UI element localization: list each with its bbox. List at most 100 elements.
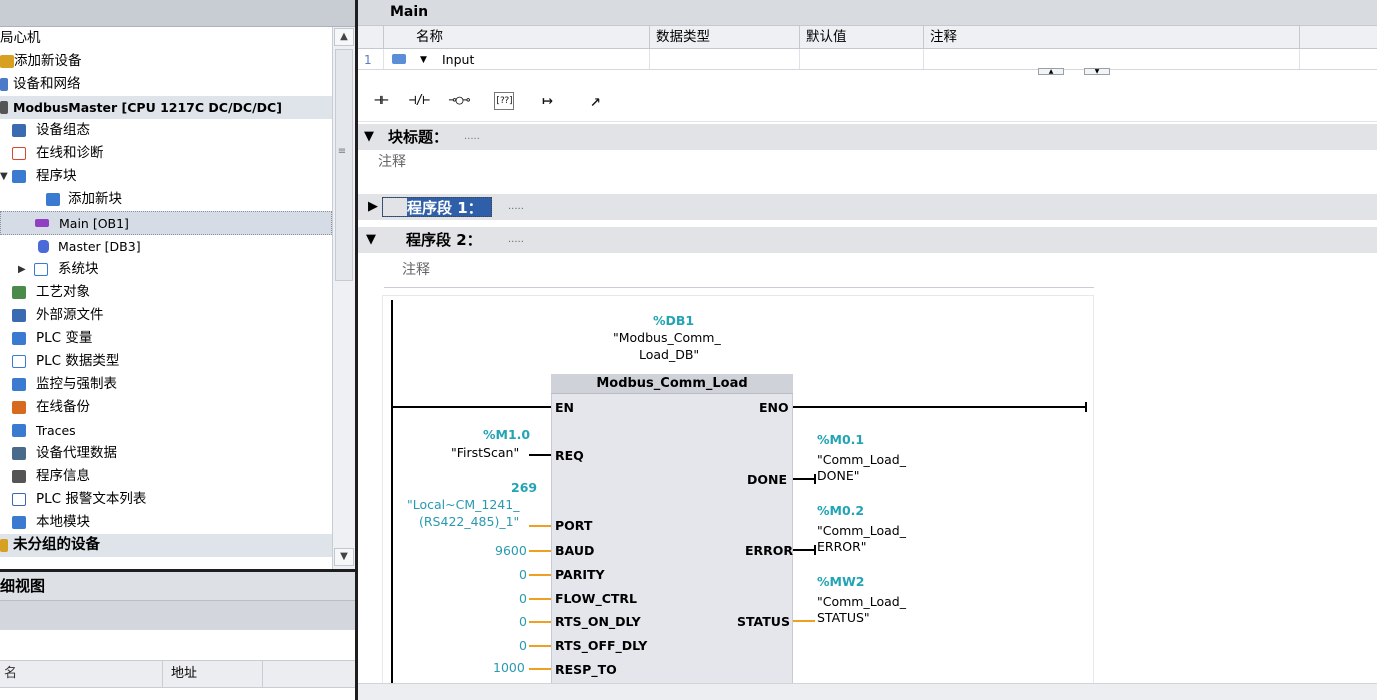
ifc-col-name[interactable]: 名称: [384, 26, 650, 48]
port-name-2[interactable]: (RS422_485)_1": [419, 514, 519, 529]
eno-wire[interactable]: [793, 406, 1085, 408]
collapse-arrow-icon[interactable]: ▼: [366, 227, 376, 253]
req-address[interactable]: %M1.0: [483, 427, 530, 442]
parity-value[interactable]: 0: [519, 567, 527, 582]
collapse-arrow-icon[interactable]: ▼: [364, 124, 374, 150]
port-name-1[interactable]: "Local~CM_1241_: [407, 497, 519, 512]
ifc-col-comment[interactable]: 注释: [924, 26, 1300, 48]
pin-rts-on-dly[interactable]: RTS_ON_DLY: [555, 614, 641, 629]
ifc-row-input[interactable]: 1 ▼ Input: [358, 49, 1377, 70]
pin-done[interactable]: DONE: [747, 472, 787, 487]
tree-item-technology-objects[interactable]: 工艺对象: [0, 281, 332, 304]
status-address[interactable]: %MW2: [817, 574, 864, 589]
tree-item-plc[interactable]: ModbusMaster [CPU 1217C DC/DC/DC]: [0, 96, 332, 119]
collapse-arrow-icon[interactable]: ▼: [0, 165, 8, 188]
en-wire[interactable]: [391, 406, 551, 408]
pin-en[interactable]: EN: [555, 400, 574, 415]
tree-item-local-modules[interactable]: 本地模块: [0, 511, 332, 534]
network-2-title[interactable]: 程序段 2：: [406, 227, 482, 253]
tree-item-plc-tags[interactable]: PLC 变量: [0, 327, 332, 350]
tree-item-external-sources[interactable]: 外部源文件: [0, 304, 332, 327]
pin-rts-off-dly[interactable]: RTS_OFF_DLY: [555, 638, 647, 653]
no-contact-button[interactable]: ⊣⊢: [366, 86, 396, 116]
pin-port[interactable]: PORT: [555, 518, 592, 533]
tree-item-plc-data-types[interactable]: PLC 数据类型: [0, 350, 332, 373]
pin-error[interactable]: ERROR: [745, 543, 793, 558]
detail-col-address[interactable]: 地址: [163, 661, 263, 687]
tree-item-online-diag[interactable]: 在线和诊断: [0, 142, 332, 165]
req-tag-name[interactable]: "FirstScan": [451, 445, 519, 460]
nc-contact-button[interactable]: ⊣/⊢: [404, 86, 434, 116]
close-branch-button[interactable]: ↗: [580, 86, 610, 116]
network-1-header[interactable]: ▶ 程序段 1： .....: [358, 194, 1377, 220]
status-name-1[interactable]: "Comm_Load_: [817, 594, 906, 609]
network-2-header[interactable]: ▼ 程序段 2： .....: [358, 227, 1377, 253]
tree-item-main-ob1[interactable]: Main [OB1]: [0, 211, 332, 235]
status-name-2[interactable]: STATUS": [817, 610, 870, 625]
scroll-thumb[interactable]: [335, 49, 353, 281]
pin-status[interactable]: STATUS: [737, 614, 790, 629]
tree-item-system-blocks[interactable]: ▶ 系统块: [0, 258, 332, 281]
done-name-1[interactable]: "Comm_Load_: [817, 452, 906, 467]
ifc-col-default[interactable]: 默认值: [800, 26, 924, 48]
tree-item-watch-tables[interactable]: 监控与强制表: [0, 373, 332, 396]
db-block-icon: [38, 240, 49, 253]
pin-parity[interactable]: PARITY: [555, 567, 605, 582]
instance-db-address[interactable]: %DB1: [653, 313, 694, 328]
fb-title[interactable]: Modbus_Comm_Load: [551, 374, 793, 394]
done-name-2[interactable]: DONE": [817, 468, 859, 483]
expand-arrow-icon[interactable]: ▶: [368, 194, 378, 220]
tree-item-device-proxy[interactable]: 设备代理数据: [0, 442, 332, 465]
pin-baud[interactable]: BAUD: [555, 543, 594, 558]
error-address[interactable]: %M0.2: [817, 503, 864, 518]
pin-req[interactable]: REQ: [555, 448, 584, 463]
block-title-bar[interactable]: ▼ 块标题： .....: [358, 124, 1377, 150]
scroll-up-button[interactable]: ▲: [334, 28, 354, 46]
expand-arrow-icon[interactable]: ▶: [18, 258, 26, 281]
tree-item-devices-networks[interactable]: 设备和网络: [0, 73, 332, 96]
rts-off-value[interactable]: 0: [519, 638, 527, 653]
error-name-2[interactable]: ERROR": [817, 539, 867, 554]
tree-item-ungrouped-devices[interactable]: 未分组的设备: [0, 534, 332, 557]
tree-item-online-backups[interactable]: 在线备份: [0, 396, 332, 419]
pin-flow-ctrl[interactable]: FLOW_CTRL: [555, 591, 637, 606]
tree-item-alarm-texts[interactable]: PLC 报警文本列表: [0, 488, 332, 511]
open-branch-button[interactable]: ↦: [532, 86, 562, 116]
pin-eno[interactable]: ENO: [759, 400, 789, 415]
resp-to-value[interactable]: 1000: [493, 660, 525, 675]
empty-box-button[interactable]: [??]: [494, 92, 514, 110]
baud-value[interactable]: 9600: [495, 543, 527, 558]
flow-ctrl-value[interactable]: 0: [519, 591, 527, 606]
tree-item-add-device[interactable]: 添加新设备: [0, 50, 332, 73]
ifc-row-comment[interactable]: [924, 49, 1300, 69]
tree-scrollbar[interactable]: ▲ ≡ ▼: [332, 27, 355, 569]
tree-item-device-config[interactable]: 设备组态: [0, 119, 332, 142]
tree-item-header[interactable]: 局心机: [0, 27, 332, 50]
coil-button[interactable]: ⊸○⊸: [444, 86, 474, 116]
instance-db-name-2[interactable]: Load_DB": [639, 347, 699, 362]
done-address[interactable]: %M0.1: [817, 432, 864, 447]
instance-db-name-1[interactable]: "Modbus_Comm_: [613, 330, 721, 345]
rts-on-value[interactable]: 0: [519, 614, 527, 629]
ifc-col-datatype[interactable]: 数据类型: [650, 26, 800, 48]
tree-item-add-block[interactable]: 添加新块: [0, 188, 332, 211]
network-2-comment[interactable]: 注释: [384, 258, 1094, 288]
ifc-row-default[interactable]: [800, 49, 924, 69]
detail-col-name[interactable]: 名: [0, 661, 163, 687]
tree-item-program-info[interactable]: 程序信息: [0, 465, 332, 488]
ifc-row-name-cell[interactable]: ▼ Input: [384, 49, 650, 69]
splitter-up-icon[interactable]: ▲: [1038, 68, 1064, 75]
error-name-1[interactable]: "Comm_Load_: [817, 523, 906, 538]
scroll-down-button[interactable]: ▼: [334, 548, 354, 566]
network-1-title[interactable]: 程序段 1：: [382, 197, 492, 217]
splitter-down-icon[interactable]: ▼: [1084, 68, 1110, 75]
tree-item-program-blocks[interactable]: ▼ 程序块: [0, 165, 332, 188]
port-value[interactable]: 269: [511, 480, 537, 495]
block-comment[interactable]: 注释: [378, 151, 406, 173]
expand-arrow-icon[interactable]: ▼: [420, 49, 427, 71]
ifc-row-datatype[interactable]: [650, 49, 800, 69]
tree-item-traces[interactable]: Traces: [0, 419, 332, 442]
pin-resp-to[interactable]: RESP_TO: [555, 662, 617, 677]
tree-item-master-db3[interactable]: Master [DB3]: [0, 235, 332, 258]
interface-splitter[interactable]: ▲ ▼: [1038, 68, 1110, 75]
